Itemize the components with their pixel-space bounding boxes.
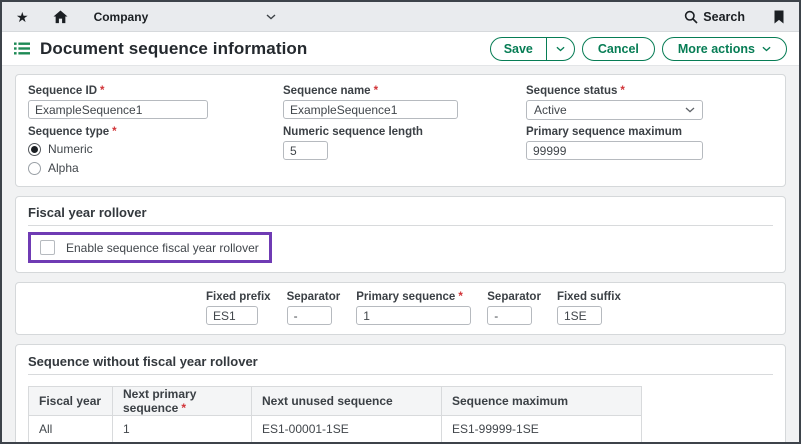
fiscal-year-rollover-title: Fiscal year rollover (28, 205, 773, 220)
home-button[interactable] (53, 10, 68, 24)
numeric-sequence-length-input[interactable] (283, 141, 328, 160)
fiscal-year-rollover-card: Fiscal year rollover Enable sequence fis… (15, 196, 786, 273)
cell-next-primary-sequence[interactable]: 1 (113, 416, 252, 443)
page-header: Document sequence information Save Cance… (2, 32, 799, 66)
sequence-name-field: Sequence name* (283, 85, 526, 120)
sequence-status-value: Active (534, 103, 567, 117)
sequence-name-input[interactable] (283, 100, 458, 119)
separator2-field: Separator (487, 291, 541, 325)
sequence-status-field: Sequence status* Active (526, 85, 773, 120)
company-selector-label: Company (94, 10, 149, 24)
highlight-annotation-box: Enable sequence fiscal year rollover (28, 232, 272, 263)
top-bar: ★ Company Search (2, 2, 799, 32)
radio-unselected-icon (28, 162, 41, 175)
fixed-prefix-input[interactable] (206, 306, 258, 325)
cancel-button-label: Cancel (598, 42, 639, 56)
chevron-down-icon (556, 46, 565, 52)
sequence-type-label: Sequence type (28, 126, 109, 138)
primary-sequence-label: Primary sequence (356, 291, 455, 303)
bookmark-icon (773, 10, 785, 24)
search-label: Search (703, 10, 745, 24)
chevron-down-icon (762, 46, 771, 52)
cell-next-unused-sequence[interactable]: ES1-00001-1SE (252, 416, 442, 443)
page-content: Sequence ID* Sequence name* Sequence sta… (2, 66, 799, 444)
fixed-suffix-label: Fixed suffix (557, 291, 621, 303)
app-window: ★ Company Search (0, 0, 801, 444)
numeric-sequence-length-label: Numeric sequence length (283, 126, 526, 138)
fixed-prefix-field: Fixed prefix (206, 291, 271, 325)
radio-alpha[interactable]: Alpha (28, 160, 283, 176)
home-icon (53, 10, 68, 24)
required-marker: * (620, 85, 624, 97)
radio-numeric[interactable]: Numeric (28, 141, 283, 157)
required-marker: * (374, 85, 378, 97)
separator1-input[interactable] (287, 306, 332, 325)
sequence-status-select[interactable]: Active (526, 100, 703, 120)
fixed-suffix-input[interactable] (557, 306, 602, 325)
page-title: Document sequence information (40, 39, 307, 59)
column-header-next-primary-sequence[interactable]: Next primary sequence* (113, 387, 252, 416)
sequence-details-card: Sequence ID* Sequence name* Sequence sta… (15, 74, 786, 187)
sequence-name-label: Sequence name (283, 85, 371, 97)
separator1-label: Separator (287, 291, 341, 303)
column-header-next-unused-sequence[interactable]: Next unused sequence (252, 387, 442, 416)
required-marker: * (112, 126, 116, 138)
sequence-id-input[interactable] (28, 100, 208, 119)
radio-selected-icon (28, 143, 41, 156)
separator2-input[interactable] (487, 306, 532, 325)
required-marker: * (458, 291, 462, 303)
more-actions-button[interactable]: More actions (662, 37, 787, 61)
primary-sequence-maximum-label: Primary sequence maximum (526, 126, 773, 138)
cell-sequence-maximum[interactable]: ES1-99999-1SE (442, 416, 642, 443)
favorite-star-icon[interactable]: ★ (16, 10, 29, 24)
cancel-button[interactable]: Cancel (582, 37, 655, 61)
sequence-id-field: Sequence ID* (28, 85, 283, 120)
save-dropdown-button[interactable] (546, 38, 574, 60)
primary-sequence-maximum-field: Primary sequence maximum (526, 126, 773, 176)
section-divider (28, 225, 773, 226)
save-button[interactable]: Save (491, 38, 546, 60)
column-header-fiscal-year[interactable]: Fiscal year (29, 387, 113, 416)
fixed-suffix-field: Fixed suffix (557, 291, 621, 325)
sequence-without-rollover-card: Sequence without fiscal year rollover Fi… (15, 344, 786, 444)
primary-sequence-input[interactable] (356, 306, 471, 325)
column-header-sequence-maximum[interactable]: Sequence maximum (442, 387, 642, 416)
sequence-without-rollover-title: Sequence without fiscal year rollover (28, 354, 773, 369)
table-row[interactable]: All 1 ES1-00001-1SE ES1-99999-1SE (29, 416, 642, 443)
separator2-label: Separator (487, 291, 541, 303)
radio-alpha-label: Alpha (48, 161, 79, 175)
fixed-prefix-label: Fixed prefix (206, 291, 271, 303)
save-split-button: Save (490, 37, 575, 61)
primary-sequence-maximum-input[interactable] (526, 141, 703, 160)
record-list-icon[interactable] (14, 42, 30, 55)
search-button[interactable]: Search (684, 10, 745, 24)
sequence-table: Fiscal year Next primary sequence* Next … (28, 386, 642, 443)
table-header-row: Fiscal year Next primary sequence* Next … (29, 387, 642, 416)
company-selector[interactable]: Company (94, 10, 277, 24)
sequence-status-label: Sequence status (526, 85, 617, 97)
enable-fiscal-rollover-checkbox[interactable] (40, 240, 55, 255)
cell-fiscal-year[interactable]: All (29, 416, 113, 443)
chevron-down-icon (266, 14, 276, 20)
radio-numeric-label: Numeric (48, 142, 93, 156)
sequence-type-field: Sequence type* Numeric Alpha (28, 126, 283, 176)
section-divider (28, 374, 773, 375)
search-icon (684, 10, 698, 24)
numeric-sequence-length-field: Numeric sequence length (283, 126, 526, 176)
primary-sequence-field: Primary sequence* (356, 291, 471, 325)
separator1-field: Separator (287, 291, 341, 325)
more-actions-label: More actions (678, 42, 755, 56)
bookmark-button[interactable] (773, 10, 785, 24)
required-marker: * (100, 85, 104, 97)
enable-fiscal-rollover-label: Enable sequence fiscal year rollover (66, 241, 259, 255)
sequence-format-card: Fixed prefix Separator Primary sequence*… (15, 282, 786, 335)
required-marker: * (181, 401, 186, 415)
chevron-down-icon (685, 107, 695, 113)
sequence-id-label: Sequence ID (28, 85, 97, 97)
